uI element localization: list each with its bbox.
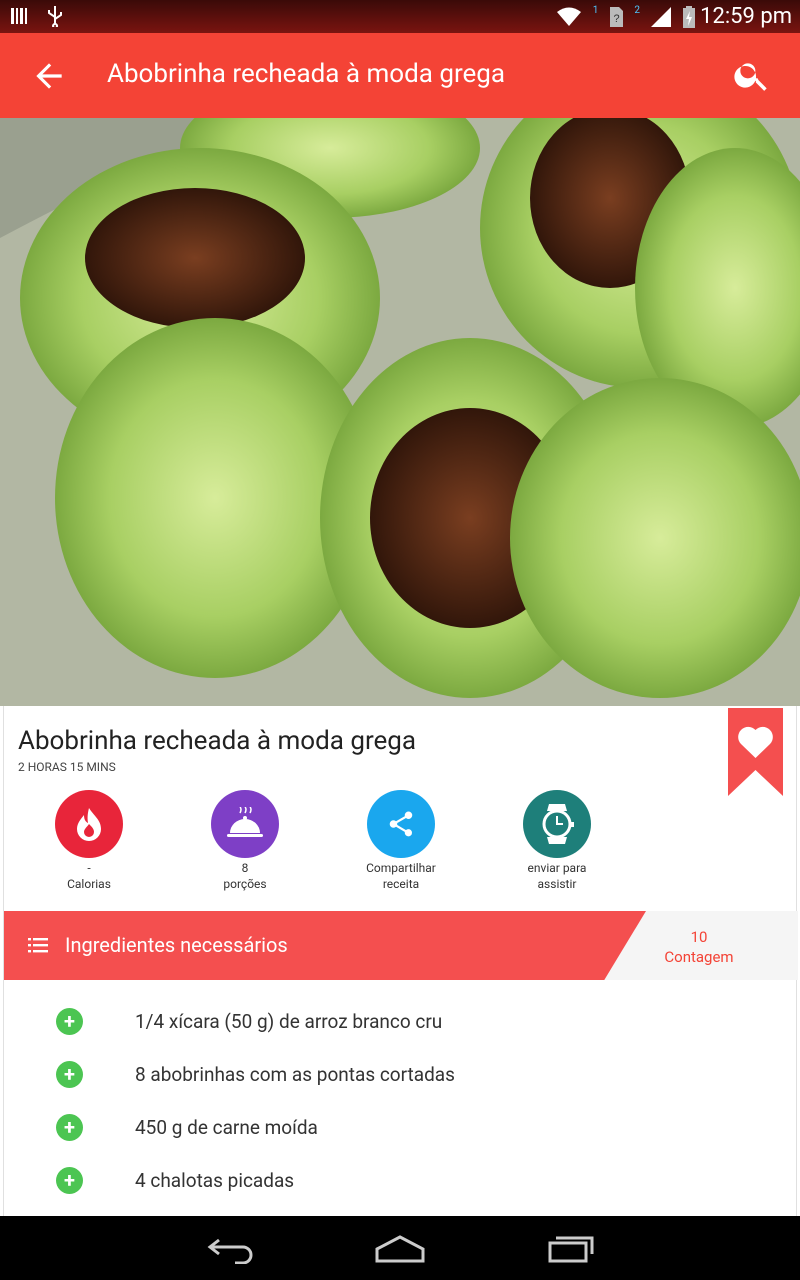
ingredient-row: + 1/4 xícara (50 g) de arroz branco cru: [4, 1008, 798, 1048]
ingredient-count-label: Contagem: [664, 948, 734, 966]
app-bar: Abobrinha recheada à moda grega: [0, 33, 800, 118]
plus-icon[interactable]: +: [56, 1061, 83, 1088]
ingredient-row: + 4 chalotas picadas: [4, 1167, 798, 1207]
calories-action[interactable]: - Calorias: [39, 790, 139, 892]
battery-charging-icon: [683, 6, 695, 28]
ingredients-header-text: Ingredientes necessários: [65, 933, 288, 957]
recipe-card: Abobrinha recheada à moda grega 2 HORAS …: [3, 706, 798, 1216]
ingredient-count-value: 10: [690, 928, 708, 946]
share-label: receita: [382, 877, 420, 891]
servings-circle: [211, 790, 279, 858]
home-nav-icon[interactable]: [374, 1234, 426, 1264]
recents-nav-icon[interactable]: [547, 1234, 595, 1264]
ingredient-row: + 8 abobrinhas com as pontas cortadas: [4, 1061, 798, 1101]
calories-value: -: [87, 861, 91, 875]
plus-icon[interactable]: +: [56, 1114, 83, 1141]
share-circle: [367, 790, 435, 858]
search-icon[interactable]: [732, 55, 772, 95]
flame-icon: [77, 808, 101, 841]
ingredients-header: Ingredientes necessários 10 Contagem: [4, 911, 798, 980]
ingredient-count: 10 Contagem: [644, 927, 754, 967]
sim2-indicator: 2: [634, 4, 640, 16]
sim1-indicator: 1: [592, 4, 599, 16]
barcode-icon: [11, 8, 27, 24]
calories-circle: [55, 790, 123, 858]
recipe-title: Abobrinha recheada à moda grega: [18, 726, 417, 756]
wifi-icon: [556, 7, 581, 26]
list-icon: [28, 938, 48, 953]
ingredient-text: 8 abobrinhas com as pontas cortadas: [135, 1063, 455, 1086]
arrow-back-icon[interactable]: [30, 57, 68, 95]
sim-unknown-icon: ?: [610, 7, 624, 27]
system-nav-bar: [0, 1216, 800, 1280]
calories-label: Calorias: [67, 877, 111, 891]
ingredient-text: 4 chalotas picadas: [135, 1169, 295, 1192]
watch-value: enviar para: [527, 861, 587, 875]
share-value: Compartilhar: [366, 861, 436, 875]
watch-circle: [523, 790, 591, 858]
back-nav-icon[interactable]: [205, 1234, 255, 1264]
recipe-duration: 2 HORAS 15 MINS: [18, 760, 116, 774]
cloche-icon: [227, 807, 263, 837]
watch-label: assistir: [537, 877, 577, 891]
svg-text:?: ?: [614, 13, 620, 25]
send-to-watch-action[interactable]: enviar para assistir: [507, 790, 607, 892]
plus-icon[interactable]: +: [56, 1167, 83, 1194]
recipe-hero-image: [0, 118, 800, 706]
usb-icon: [48, 6, 62, 27]
share-icon: [389, 811, 413, 837]
share-recipe-action[interactable]: Compartilhar receita: [351, 790, 451, 892]
heart-bookmark-icon[interactable]: [728, 708, 783, 796]
servings-action[interactable]: 8 porções: [195, 790, 295, 892]
servings-label: porções: [223, 877, 267, 891]
signal-icon: [651, 7, 671, 27]
ingredient-text: 450 g de carne moída: [135, 1116, 318, 1139]
watch-icon: [542, 804, 574, 844]
clock: 12:59 pm: [700, 4, 792, 29]
status-bar: 1 ? 2 12:59 pm: [0, 0, 800, 33]
ingredient-text: 1/4 xícara (50 g) de arroz branco cru: [135, 1010, 443, 1033]
plus-icon[interactable]: +: [56, 1008, 83, 1035]
ingredient-row: + 450 g de carne moída: [4, 1114, 798, 1154]
servings-value: 8: [241, 861, 249, 875]
page-title: Abobrinha recheada à moda grega: [107, 59, 506, 89]
